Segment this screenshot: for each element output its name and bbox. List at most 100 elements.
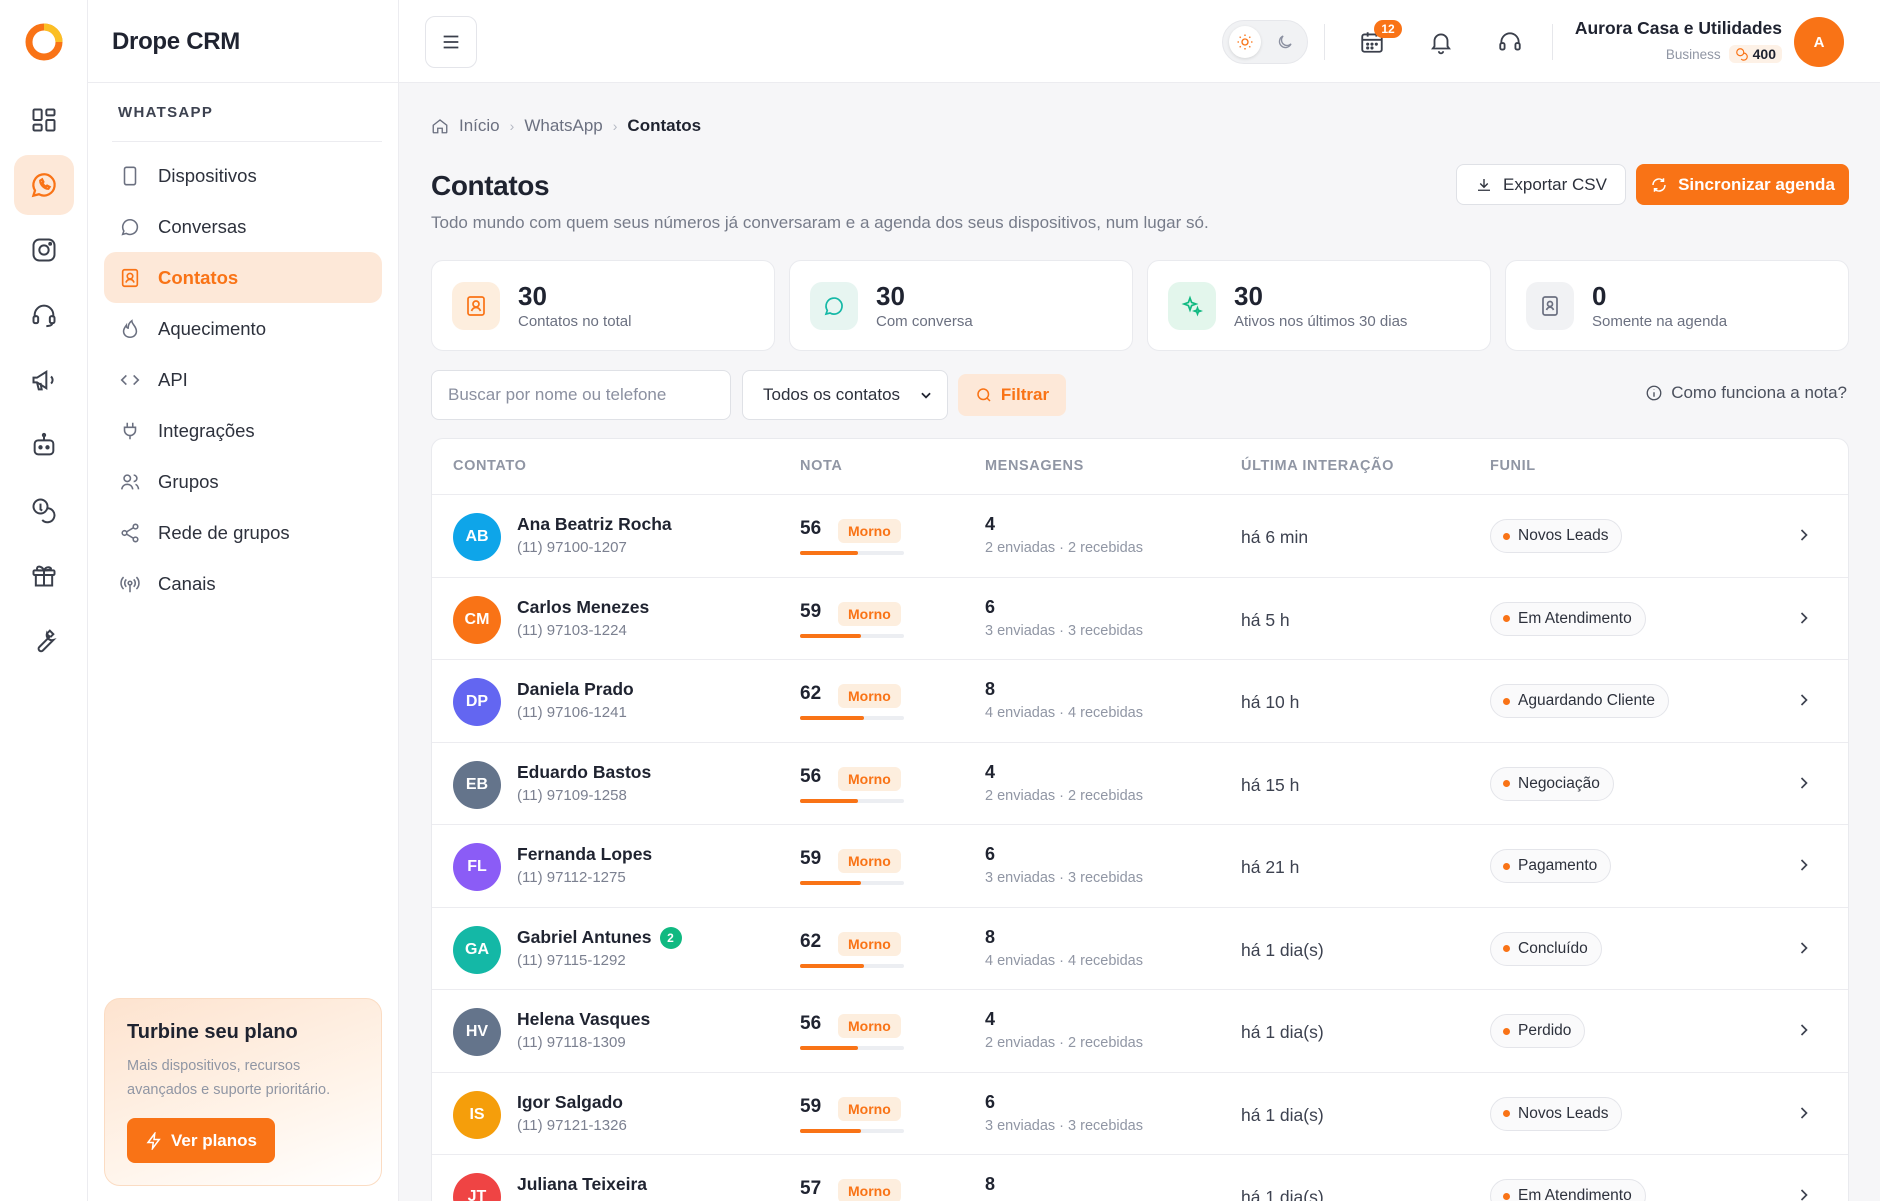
table-row[interactable]: GA Gabriel Antunes 2 (11) 97115-1292 62 Morno…	[432, 908, 1848, 990]
chevron-right-icon[interactable]	[1794, 773, 1814, 798]
filter-button[interactable]: Filtrar	[958, 374, 1066, 416]
see-plans-button[interactable]: Ver planos	[127, 1118, 275, 1163]
last-interaction: há 21 h	[1241, 857, 1300, 877]
gift-icon[interactable]	[14, 545, 74, 605]
contact-name[interactable]: Daniela Prado	[517, 679, 634, 700]
export-csv-button[interactable]: Exportar CSV	[1456, 164, 1626, 205]
brand-name: Drope CRM	[112, 28, 240, 55]
chevron-right-icon[interactable]	[1794, 1185, 1814, 1201]
sidebar-item-dispositivos[interactable]: Dispositivos	[104, 150, 382, 201]
messages-count: 8	[985, 679, 996, 699]
support-button[interactable]	[1492, 24, 1528, 60]
chevron-right-icon[interactable]	[1794, 855, 1814, 880]
megaphone-icon[interactable]	[14, 350, 74, 410]
funnel-label: Novos Leads	[1518, 1104, 1609, 1122]
sidebar-item-label: API	[158, 368, 188, 390]
instagram-icon[interactable]	[14, 220, 74, 280]
table-row[interactable]: IS Igor Salgado (11) 97121-1326 59 Morno 6 3 e…	[432, 1073, 1848, 1155]
score-bar-fill	[800, 551, 859, 555]
contact-name[interactable]: Ana Beatriz Rocha	[517, 514, 672, 535]
icon-rail	[0, 0, 88, 1201]
table-row[interactable]: FL Fernanda Lopes (11) 97112-1275 59 Morno 6 3…	[432, 825, 1848, 908]
contact-name[interactable]: Eduardo Bastos	[517, 762, 651, 783]
messages-detail: 2 enviadas · 2 recebidas	[985, 787, 1143, 804]
dashboard-icon[interactable]	[14, 90, 74, 150]
table-row[interactable]: DP Daniela Prado (11) 97106-1241 62 Morno 8 4 …	[432, 660, 1848, 743]
funnel-badge[interactable]: Novos Leads	[1490, 1096, 1623, 1131]
wrench-icon[interactable]	[14, 610, 74, 670]
messages-detail: 3 enviadas · 3 recebidas	[985, 1117, 1143, 1134]
calendar-button[interactable]: 12	[1354, 20, 1402, 60]
bell-icon	[1431, 33, 1451, 55]
moon-icon[interactable]	[1269, 26, 1301, 58]
sidebar-item-canais[interactable]: Canais	[104, 558, 382, 609]
column-header-last-interaction[interactable]: ÚLTIMA INTERAÇÃO	[1241, 458, 1394, 474]
breadcrumb-parent[interactable]: WhatsApp	[524, 116, 602, 136]
notifications-button[interactable]	[1423, 24, 1459, 60]
chevron-right-icon[interactable]	[1794, 525, 1814, 550]
sidebar-item-rede-de-grupos[interactable]: Rede de grupos	[104, 507, 382, 558]
menu-toggle-button[interactable]	[425, 16, 477, 68]
contact-avatar: HV	[453, 1008, 501, 1056]
sidebar-item-integracoes[interactable]: Integrações	[104, 405, 382, 456]
app-logo[interactable]	[24, 22, 64, 62]
funnel-label: Aguardando Cliente	[1518, 692, 1656, 709]
headset-icon	[1499, 32, 1521, 51]
column-header-contact[interactable]: CONTATO	[453, 458, 526, 474]
sidebar-item-api[interactable]: API	[104, 354, 382, 405]
funnel-badge[interactable]: Negociação	[1490, 766, 1614, 801]
table-row[interactable]: CM Carlos Menezes (11) 97103-1224 59 Morno 6 3…	[432, 578, 1848, 660]
contact-name[interactable]: Helena Vasques	[517, 1009, 650, 1030]
sidebar-item-aquecimento[interactable]: Aquecimento	[104, 303, 382, 354]
funnel-badge[interactable]: Novos Leads	[1490, 519, 1623, 553]
chevron-right-icon[interactable]	[1794, 1103, 1814, 1128]
column-header-score[interactable]: NOTA	[800, 458, 842, 474]
sparkles-icon	[1168, 281, 1216, 330]
funnel-badge[interactable]: Pagamento	[1490, 849, 1612, 883]
headset-icon[interactable]	[14, 285, 74, 345]
contact-name[interactable]: Fernanda Lopes	[517, 844, 652, 865]
funnel-badge[interactable]: Em Atendimento	[1490, 1179, 1646, 1201]
chevron-right-icon[interactable]	[1794, 1020, 1814, 1045]
funnel-badge[interactable]: Aguardando Cliente	[1490, 684, 1670, 718]
funnel-dot	[1503, 1110, 1510, 1117]
search-icon	[977, 388, 991, 402]
funnel-badge[interactable]: Em Atendimento	[1490, 601, 1646, 636]
chevron-right-icon[interactable]	[1794, 690, 1814, 715]
sun-icon[interactable]	[1229, 26, 1261, 58]
messages-detail: 3 enviadas · 3 recebidas	[985, 622, 1143, 639]
table-row[interactable]: HV Helena Vasques (11) 97118-1309 56 Morno 4 2…	[432, 990, 1848, 1073]
score-help-link[interactable]: Como funciona a nota?	[1645, 383, 1847, 403]
contacts-icon	[452, 281, 500, 330]
account-info[interactable]: Aurora Casa e Utilidades Business 400	[1575, 18, 1782, 63]
sidebar-item-grupos[interactable]: Grupos	[104, 456, 382, 507]
table-row[interactable]: EB Eduardo Bastos (11) 97109-1258 56 Morno 4 2…	[432, 743, 1848, 825]
contact-name[interactable]: Juliana Teixeira	[517, 1174, 647, 1195]
theme-toggle[interactable]	[1222, 20, 1308, 64]
bot-icon[interactable]	[14, 415, 74, 475]
user-avatar[interactable]: A	[1794, 17, 1844, 67]
column-header-funnel[interactable]: FUNIL	[1490, 458, 1536, 474]
funnel-badge[interactable]: Perdido	[1490, 1014, 1586, 1048]
home-icon	[432, 119, 448, 134]
messages-detail: 2 enviadas · 2 recebidas	[985, 540, 1143, 556]
chevron-right-icon[interactable]	[1794, 938, 1814, 963]
whatsapp-icon[interactable]	[14, 155, 74, 215]
table-row[interactable]: JTJuliana Teixeira(11) 97124-134357Morno…	[432, 1155, 1848, 1201]
sidebar-item-label: Integrações	[158, 419, 255, 441]
contacts-filter-select[interactable]: Todos os contatos	[742, 370, 948, 420]
contact-name[interactable]: Gabriel Antunes	[517, 927, 652, 948]
score-bar-fill	[800, 1046, 859, 1050]
breadcrumb-home[interactable]: Início	[459, 116, 500, 136]
coins-icon[interactable]	[14, 480, 74, 540]
contact-name[interactable]: Igor Salgado	[517, 1092, 623, 1113]
sidebar-item-conversas[interactable]: Conversas	[104, 201, 382, 252]
column-header-messages[interactable]: MENSAGENS	[985, 458, 1084, 474]
search-input[interactable]	[431, 370, 731, 420]
funnel-badge[interactable]: Concluído	[1490, 931, 1602, 966]
contact-name[interactable]: Carlos Menezes	[517, 597, 649, 618]
chevron-right-icon[interactable]	[1794, 608, 1814, 633]
table-row[interactable]: AB Ana Beatriz Rocha (11) 97100-1207 56 Morn…	[432, 495, 1848, 578]
sync-contacts-button[interactable]: Sincronizar agenda	[1636, 164, 1849, 205]
sidebar-item-contatos[interactable]: Contatos	[104, 252, 382, 303]
